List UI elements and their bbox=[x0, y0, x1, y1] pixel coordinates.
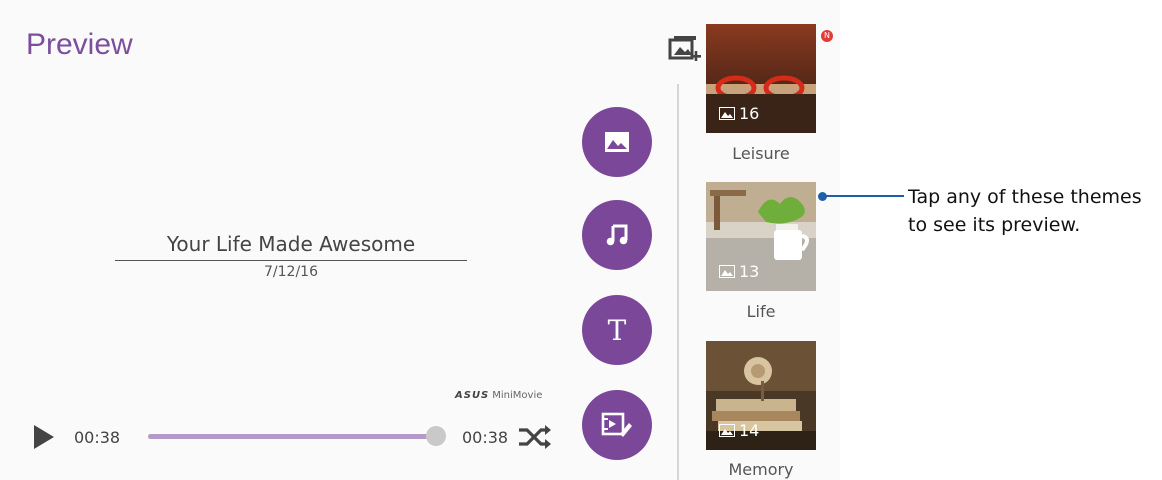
theme-thumbnail-leisure[interactable]: 16 bbox=[706, 24, 816, 133]
panel-divider bbox=[677, 84, 679, 480]
add-text-button[interactable]: T bbox=[582, 295, 652, 365]
total-time: 00:38 bbox=[462, 428, 509, 447]
callout-dot bbox=[818, 192, 827, 201]
progress-thumb[interactable] bbox=[426, 426, 446, 446]
add-photo-button[interactable] bbox=[582, 107, 652, 177]
theme-thumbnail-memory[interactable]: 14 bbox=[706, 341, 816, 450]
notification-badge: N bbox=[821, 30, 833, 42]
theme-label-life[interactable]: Life bbox=[706, 302, 816, 321]
theme-count: 16 bbox=[719, 104, 759, 123]
video-title: Your Life Made Awesome bbox=[115, 232, 467, 261]
theme-label-leisure[interactable]: Leisure bbox=[706, 144, 816, 163]
brand-watermark: ASUS MiniMovie bbox=[455, 390, 542, 401]
progress-fill bbox=[148, 434, 436, 439]
app-screen: Preview N Your Life Made Awesome 7/12/16… bbox=[0, 0, 840, 480]
shuffle-icon[interactable] bbox=[516, 422, 554, 452]
music-note-icon bbox=[606, 224, 628, 246]
theme-count: 13 bbox=[719, 262, 759, 281]
play-icon[interactable] bbox=[32, 423, 56, 451]
progress-track[interactable] bbox=[148, 434, 436, 439]
brand-logo: ASUS bbox=[455, 390, 490, 401]
text-icon: T bbox=[607, 313, 627, 347]
theme-count: 14 bbox=[719, 421, 759, 440]
image-count-icon bbox=[719, 265, 735, 278]
add-music-button[interactable] bbox=[582, 200, 652, 270]
theme-label-memory[interactable]: Memory bbox=[706, 460, 816, 479]
current-time: 00:38 bbox=[74, 428, 121, 447]
edit-video-button[interactable] bbox=[582, 390, 652, 460]
video-date: 7/12/16 bbox=[264, 264, 318, 280]
page-title: Preview bbox=[26, 28, 133, 61]
image-icon bbox=[605, 132, 629, 152]
brand-product: MiniMovie bbox=[492, 390, 543, 401]
video-edit-icon bbox=[601, 412, 632, 437]
theme-thumbnail-life[interactable]: 13 bbox=[706, 182, 816, 291]
add-image-icon[interactable] bbox=[666, 30, 702, 66]
image-count-icon bbox=[719, 424, 735, 437]
callout-line bbox=[822, 195, 904, 197]
image-count-icon bbox=[719, 107, 735, 120]
callout-text: Tap any of these themes to see its previ… bbox=[908, 186, 1142, 236]
